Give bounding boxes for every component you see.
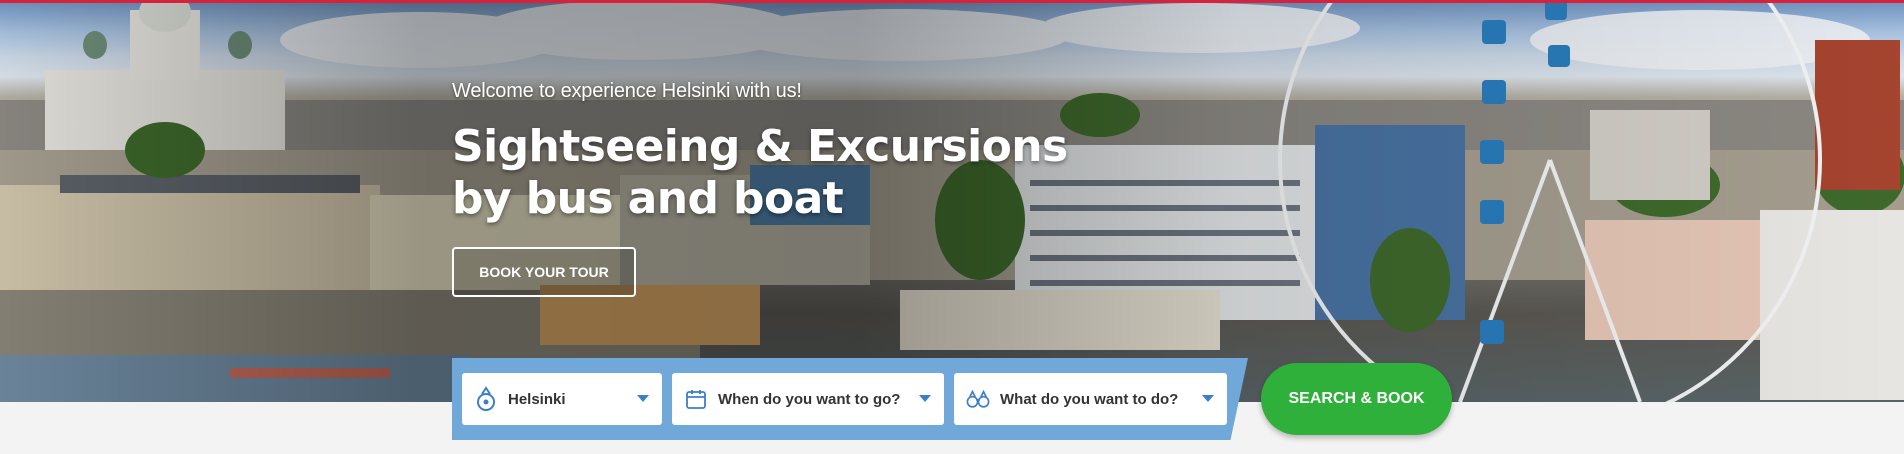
welcome-text: Welcome to experience Helsinki with us! xyxy=(452,80,802,102)
destination-value: Helsinki xyxy=(508,390,566,408)
book-your-tour-button[interactable]: BOOK YOUR TOUR xyxy=(452,247,636,297)
date-placeholder: When do you want to go? xyxy=(718,390,901,408)
chevron-down-icon xyxy=(919,395,931,402)
activity-placeholder: What do you want to do? xyxy=(1000,390,1179,408)
activity-select[interactable]: What do you want to do? xyxy=(954,373,1227,425)
search-and-book-button[interactable]: SEARCH & BOOK xyxy=(1261,363,1452,435)
calendar-icon xyxy=(684,387,708,411)
hero-headline: Sightseeing & Excursions by bus and boat xyxy=(452,121,1068,225)
location-pin-icon xyxy=(474,386,498,411)
headline-line-1: Sightseeing & Excursions xyxy=(452,121,1068,172)
binoculars-icon xyxy=(966,387,990,411)
chevron-down-icon xyxy=(637,395,649,402)
destination-select[interactable]: Helsinki xyxy=(462,373,662,425)
hero-text-block: Welcome to experience Helsinki with us! … xyxy=(452,80,1068,225)
top-accent-bar xyxy=(0,0,1904,3)
chevron-down-icon xyxy=(1202,395,1214,402)
headline-line-2: by bus and boat xyxy=(452,173,844,224)
date-select[interactable]: When do you want to go? xyxy=(672,373,944,425)
